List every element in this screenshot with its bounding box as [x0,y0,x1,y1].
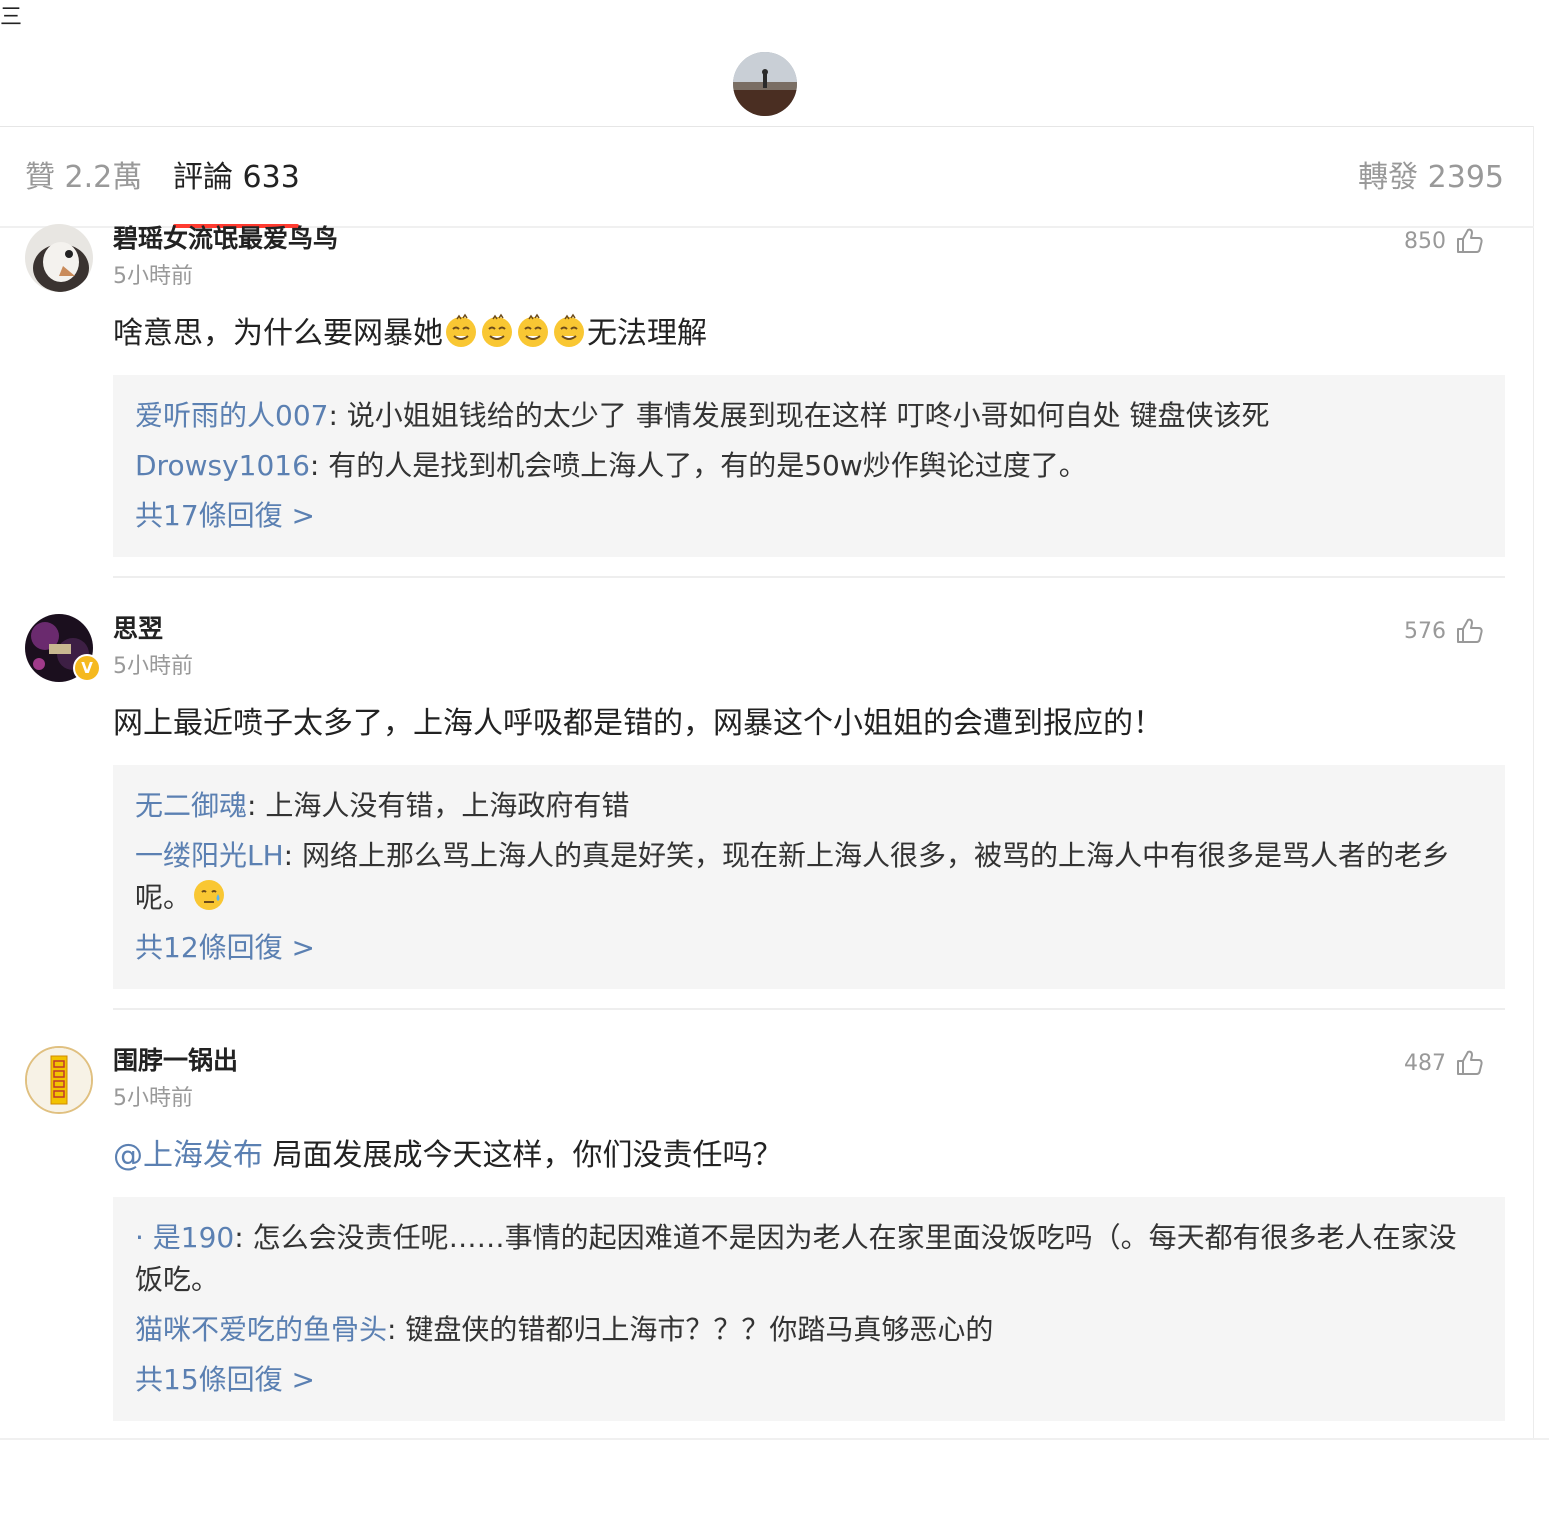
dizzy-face-emoji-icon [446,313,476,347]
comment-text: 网上最近喷子太多了，上海人呼吸都是错的，网暴这个小姐姐的会遭到报应的！ [113,706,1163,741]
mention-link[interactable]: @上海发布 [113,1138,263,1173]
reply-item: · 是190: 怎么会没责任呢……事情的起因难道不是因为老人在家里面没饭吃吗（。… [135,1217,1483,1301]
view-more-replies-link[interactable]: 共12條回復 > [135,927,1483,969]
verified-badge-icon: V [73,654,101,682]
sweat-emoji-icon [194,880,225,910]
dizzy-face-emoji-icon [518,313,548,347]
thumbs-up-icon [1457,228,1483,253]
landscape-avatar-icon [733,52,797,116]
thumbs-up-icon [1457,1050,1483,1075]
reply-author[interactable]: 爱听雨的人007 [135,399,328,432]
like-button[interactable]: 487 [1404,1046,1484,1080]
reply-author[interactable]: 无二御魂 [135,789,247,822]
reply-text: : 网络上那么骂上海人的真是好笑，现在新上海人很多，被骂的上海人中有很多是骂人者… [135,839,1450,914]
like-button[interactable]: 576 [1404,614,1484,648]
comment-text: 啥意思，为什么要网暴她 无法理解 [113,312,707,356]
content-border [1533,126,1534,1440]
comment-time: 5小時前 [113,1086,193,1111]
reply-text: : 怎么会没责任呢……事情的起因难道不是因为老人在家里面没饭吃吗（。每天都有很多… [135,1221,1457,1296]
commenter-avatar[interactable] [25,224,93,292]
reply-box: 无二御魂: 上海人没有错，上海政府有错 一缕阳光LH: 网络上那么骂上海人的真是… [113,765,1505,989]
reply-author[interactable]: 一缕阳光LH [135,839,284,872]
reply-item: 猫咪不爱吃的鱼骨头: 键盘侠的错都归上海市？？？你踏马真够恶心的 [135,1309,1483,1351]
comment-text-part: 啥意思，为什么要网暴她 [113,316,443,351]
comment-time: 5小時前 [113,264,193,289]
reply-text: : 说小姐姐钱给的太少了 事情发展到现在这样 叮咚小哥如何自处 键盘侠该死 [328,399,1270,432]
profile-avatar[interactable] [733,52,797,116]
reply-item: 爱听雨的人007: 说小姐姐钱给的太少了 事情发展到现在这样 叮咚小哥如何自处 … [135,395,1483,437]
comment-text: @上海发布 局面发展成今天这样，你们没责任吗？ [113,1134,783,1178]
like-count: 487 [1404,1050,1446,1076]
like-button[interactable]: 850 [1404,224,1484,258]
dizzy-emoji-group [443,313,587,351]
tab-reposts[interactable]: 轉發 2395 [1358,158,1504,198]
tab-comments[interactable]: 評論 633 [173,158,300,198]
reply-item: 无二御魂: 上海人没有错，上海政府有错 [135,785,1483,827]
comment-time: 5小時前 [113,654,193,679]
comment-divider [113,1008,1505,1010]
reply-author[interactable]: · 是190 [135,1221,234,1254]
bird-avatar-icon [25,224,93,292]
reply-text: : 上海人没有错，上海政府有错 [247,789,630,822]
reply-author[interactable]: 猫咪不爱吃的鱼骨头 [135,1313,387,1346]
commenter-name[interactable]: 围脖一锅出 [113,1044,238,1078]
reply-box: · 是190: 怎么会没责任呢……事情的起因难道不是因为老人在家里面没饭吃吗（。… [113,1197,1505,1421]
reply-author[interactable]: Drowsy1016 [135,449,310,482]
dizzy-face-emoji-icon [482,313,512,347]
like-count: 576 [1404,618,1446,644]
tab-likes[interactable]: 贊 2.2萬 [25,158,142,198]
commenter-name[interactable]: 碧瑶女流氓最爱鸟鸟 [113,222,338,256]
bottom-divider [0,1438,1549,1440]
reply-text: : 键盘侠的错都归上海市？？？你踏马真够恶心的 [387,1313,994,1346]
like-count: 850 [1404,228,1446,254]
comment-text-part: 无法理解 [587,316,707,351]
commenter-name[interactable]: 思翌 [113,612,163,646]
thumbs-up-icon [1457,618,1483,643]
reply-item: Drowsy1016: 有的人是找到机会喷上海人了，有的是50w炒作舆论过度了。 [135,445,1483,487]
comment-divider [113,576,1505,578]
view-more-replies-link[interactable]: 共15條回復 > [135,1359,1483,1401]
reply-item: 一缕阳光LH: 网络上那么骂上海人的真是好笑，现在新上海人很多，被骂的上海人中有… [135,835,1483,919]
view-more-replies-link[interactable]: 共17條回復 > [135,495,1483,537]
comment-text-part: 局面发展成今天这样，你们没责任吗？ [263,1138,783,1173]
menu-icon[interactable]: 三 [0,6,22,30]
talisman-avatar-icon [27,1048,91,1112]
dizzy-face-emoji-icon [554,313,584,347]
commenter-avatar[interactable] [25,1046,93,1114]
tab-bar: 贊 2.2萬 評論 633 轉發 2395 [0,128,1534,226]
header-divider [0,126,1534,127]
reply-text: : 有的人是找到机会喷上海人了，有的是50w炒作舆论过度了。 [309,449,1087,482]
reply-box: 爱听雨的人007: 说小姐姐钱给的太少了 事情发展到现在这样 叮咚小哥如何自处 … [113,375,1505,557]
